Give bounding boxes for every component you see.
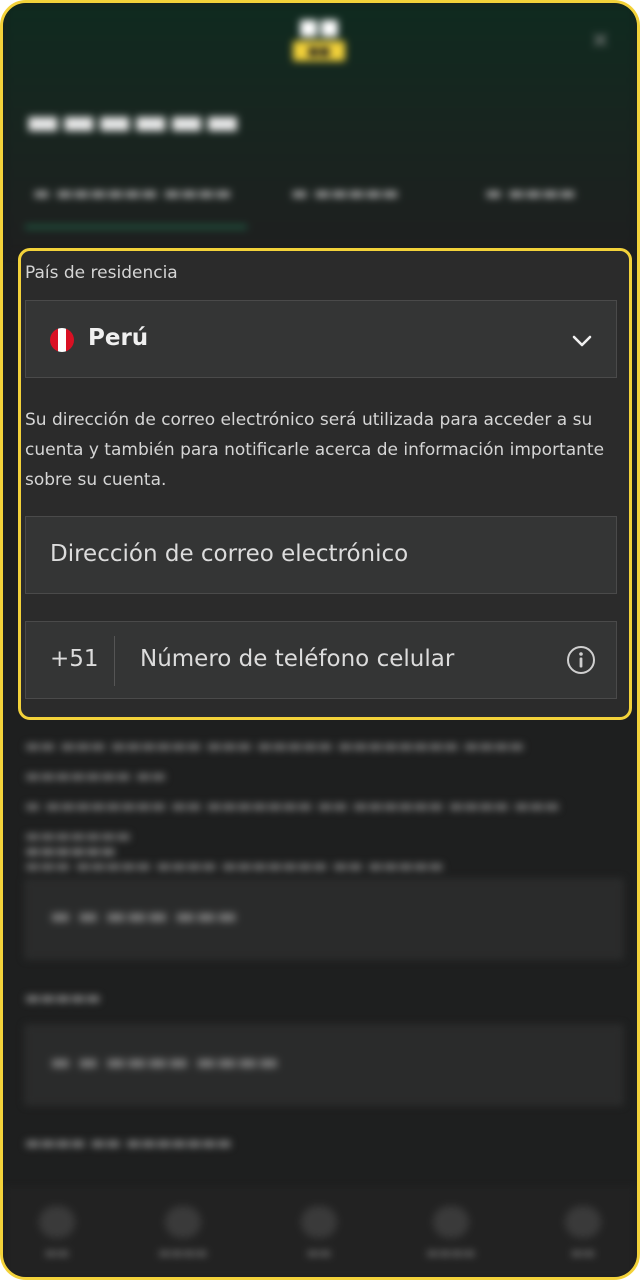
highlighted-form-section: País de residencia Perú Su dirección de … [18, 248, 632, 720]
phone-field: +51 Número de teléfono celular [25, 621, 617, 699]
selected-country: Perú [88, 325, 149, 351]
close-icon: ✕ [591, 29, 610, 54]
country-select[interactable]: Perú [25, 300, 617, 378]
blurred-label: ▬▬▬▬ ▬▬ ▬▬▬▬▬▬▬ [25, 1133, 232, 1152]
chevron-down-icon [572, 335, 592, 347]
nav-item: ▬▬ [543, 1206, 623, 1261]
nav-item: ▬▬▬▬ [143, 1206, 223, 1261]
phone-number-input[interactable]: Número de teléfono celular [116, 622, 556, 698]
step-one: ▬ ▬▬▬▬▬▬ ▬▬▬▬ [33, 183, 232, 204]
blurred-label: ▬▬▬▬▬▬ [25, 841, 116, 860]
step-two: ▬ ▬▬▬▬▬ [291, 183, 399, 204]
blurred-field: ▬ ▬ ▬▬▬ ▬▬▬ [25, 879, 623, 959]
phone-prefix-selector[interactable]: +51 [26, 622, 114, 698]
brand-logo: ■■ ■■ [289, 15, 349, 67]
phone-frame: ■■ ■■ ✕ ▬▬▬▬▬▬ ▬ ▬▬▬▬▬▬ ▬▬▬▬ ▬ ▬▬▬▬▬ ▬ ▬▬… [0, 0, 640, 1280]
registration-steps: ▬ ▬▬▬▬▬▬ ▬▬▬▬ ▬ ▬▬▬▬▬ ▬ ▬▬▬▬ [25, 183, 615, 223]
email-placeholder: Dirección de correo electrónico [50, 541, 409, 567]
info-icon[interactable] [566, 645, 596, 675]
step-three: ▬ ▬▬▬▬ [485, 183, 576, 204]
blurred-field: ▬ ▬ ▬▬▬▬ ▬▬▬▬ [25, 1025, 623, 1105]
field-divider [114, 636, 115, 686]
nav-item: ▬▬ [279, 1206, 359, 1261]
phone-placeholder: Número de teléfono celular [140, 646, 455, 672]
bottom-navigation: ▬▬ ▬▬▬▬ ▬▬ ▬▬▬▬ ▬▬ [3, 1189, 637, 1277]
residence-country-label: País de residencia [25, 263, 178, 283]
email-field[interactable]: Dirección de correo electrónico [25, 516, 617, 594]
peru-flag-icon [50, 328, 74, 352]
active-step-indicator [25, 225, 247, 229]
email-usage-notice: Su dirección de correo electrónico será … [25, 410, 605, 490]
nav-item: ▬▬▬▬ [411, 1206, 491, 1261]
page-title-blurred: ▬▬▬▬▬▬ [25, 99, 241, 143]
nav-item: ▬▬ [17, 1206, 97, 1261]
phone-prefix-value: +51 [50, 646, 99, 672]
blurred-label: ▬▬▬▬▬ [25, 988, 101, 1007]
